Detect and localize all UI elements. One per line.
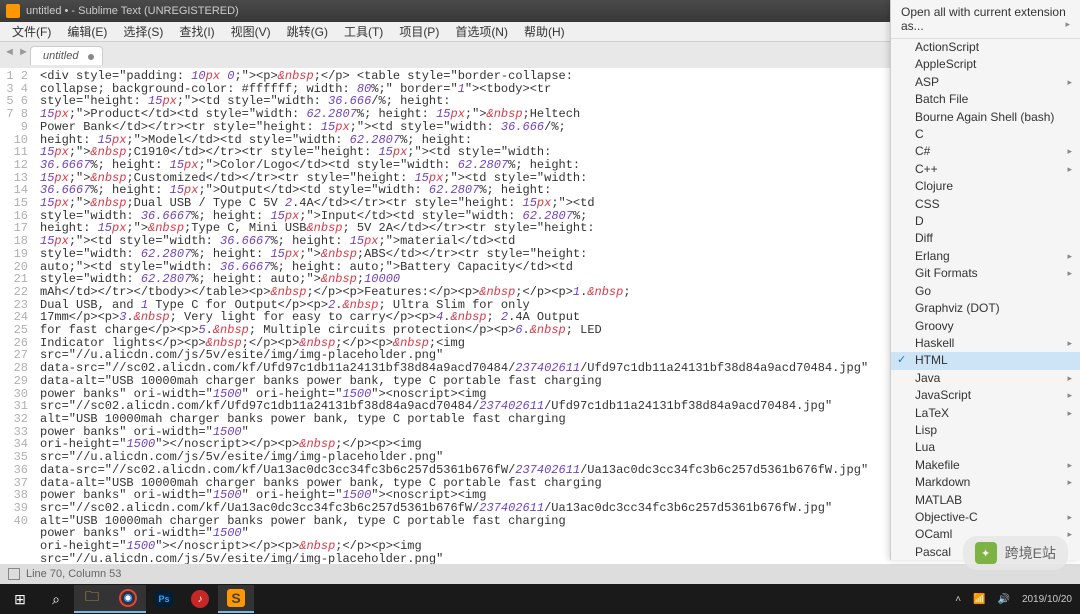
- chevron-right-icon: ▸: [1067, 372, 1072, 385]
- syntax-item-clojure[interactable]: Clojure: [891, 178, 1080, 195]
- syntax-item-haskell[interactable]: Haskell▸: [891, 335, 1080, 352]
- music-icon[interactable]: ♪: [182, 585, 218, 613]
- chevron-right-icon: ▸: [1067, 267, 1072, 280]
- menu-item[interactable]: 首选项(N): [447, 23, 516, 40]
- nav-arrows[interactable]: ◄ ►: [4, 46, 29, 58]
- syntax-item-lua[interactable]: Lua: [891, 439, 1080, 456]
- chevron-right-icon: ▸: [1067, 337, 1072, 350]
- syntax-menu-header[interactable]: Open all with current extension as... ▸: [891, 0, 1080, 39]
- chevron-right-icon: ▸: [1067, 250, 1072, 263]
- tray-up-icon[interactable]: ˄: [955, 594, 961, 605]
- search-icon[interactable]: ⌕: [38, 585, 74, 613]
- syntax-item-javascript[interactable]: JavaScript▸: [891, 387, 1080, 404]
- syntax-item-batch-file[interactable]: Batch File: [891, 91, 1080, 108]
- title-text: untitled • - Sublime Text (UNREGISTERED): [26, 5, 239, 17]
- syntax-item-c[interactable]: C: [891, 126, 1080, 143]
- tray[interactable]: ˄ 📶 🔊 2019/10/20: [955, 594, 1078, 605]
- chevron-right-icon: ▸: [1067, 76, 1072, 89]
- chevron-right-icon: ▸: [1067, 145, 1072, 158]
- status-icon[interactable]: [8, 568, 20, 580]
- sublime-icon[interactable]: S: [218, 585, 254, 613]
- syntax-menu[interactable]: Open all with current extension as... ▸ …: [890, 0, 1080, 560]
- app-icon: [6, 4, 20, 18]
- watermark: ✦ 跨境E站: [963, 536, 1068, 570]
- menu-item[interactable]: 文件(F): [4, 23, 59, 40]
- photoshop-icon[interactable]: Ps: [146, 585, 182, 613]
- chevron-right-icon: ▸: [1065, 19, 1070, 30]
- chevron-right-icon: ▸: [1067, 528, 1072, 541]
- menu-item[interactable]: 视图(V): [223, 23, 279, 40]
- syntax-item-c-[interactable]: C#▸: [891, 143, 1080, 160]
- syntax-item-diff[interactable]: Diff: [891, 230, 1080, 247]
- syntax-item-c-[interactable]: C++▸: [891, 161, 1080, 178]
- syntax-item-css[interactable]: CSS: [891, 196, 1080, 213]
- syntax-item-lisp[interactable]: Lisp: [891, 422, 1080, 439]
- syntax-item-objective-c[interactable]: Objective-C▸: [891, 509, 1080, 526]
- syntax-item-bourne-again-shell-bash-[interactable]: Bourne Again Shell (bash): [891, 109, 1080, 126]
- syntax-item-matlab[interactable]: MATLAB: [891, 492, 1080, 509]
- chevron-right-icon: ▸: [1067, 163, 1072, 176]
- menu-item[interactable]: 工具(T): [336, 23, 391, 40]
- menu-item[interactable]: 跳转(G): [279, 23, 336, 40]
- menu-item[interactable]: 帮助(H): [516, 23, 573, 40]
- chevron-right-icon: ▸: [1067, 459, 1072, 472]
- statusbar: Line 70, Column 53: [0, 564, 1080, 584]
- syntax-item-git-formats[interactable]: Git Formats▸: [891, 265, 1080, 282]
- menu-item[interactable]: 项目(P): [391, 23, 447, 40]
- menu-item[interactable]: 查找(I): [171, 23, 222, 40]
- start-button[interactable]: ⊞: [2, 585, 38, 613]
- syntax-item-java[interactable]: Java▸: [891, 370, 1080, 387]
- clock[interactable]: 2019/10/20: [1022, 594, 1072, 605]
- taskbar: ⊞ ⌕ 🗀 Ps ♪ S ˄ 📶 🔊 2019/10/20: [0, 584, 1080, 614]
- syntax-item-actionscript[interactable]: ActionScript: [891, 39, 1080, 56]
- syntax-item-makefile[interactable]: Makefile▸: [891, 457, 1080, 474]
- tray-volume-icon[interactable]: 🔊: [997, 594, 1009, 605]
- cursor-position: Line 70, Column 53: [26, 568, 121, 580]
- syntax-item-markdown[interactable]: Markdown▸: [891, 474, 1080, 491]
- syntax-item-html[interactable]: HTML: [891, 352, 1080, 369]
- chevron-right-icon: ▸: [1067, 407, 1072, 420]
- menu-item[interactable]: 编辑(E): [59, 23, 115, 40]
- syntax-item-erlang[interactable]: Erlang▸: [891, 248, 1080, 265]
- syntax-item-graphviz-dot-[interactable]: Graphviz (DOT): [891, 300, 1080, 317]
- tab-untitled[interactable]: untitled: [30, 46, 103, 65]
- chevron-right-icon: ▸: [1067, 389, 1072, 402]
- line-gutter: 1 2 3 4 5 6 7 8 9 10 11 12 13 14 15 16 1…: [0, 68, 36, 564]
- syntax-item-groovy[interactable]: Groovy: [891, 318, 1080, 335]
- syntax-item-applescript[interactable]: AppleScript: [891, 56, 1080, 73]
- chrome-icon[interactable]: [110, 585, 146, 613]
- syntax-item-d[interactable]: D: [891, 213, 1080, 230]
- syntax-item-asp[interactable]: ASP▸: [891, 74, 1080, 91]
- chevron-right-icon: ▸: [1067, 476, 1072, 489]
- dirty-indicator-icon: [88, 54, 94, 60]
- wechat-icon: ✦: [975, 542, 997, 564]
- explorer-icon[interactable]: 🗀: [74, 585, 110, 613]
- tray-wifi-icon[interactable]: 📶: [973, 594, 985, 605]
- menu-item[interactable]: 选择(S): [115, 23, 171, 40]
- tab-label: untitled: [43, 50, 78, 62]
- syntax-item-latex[interactable]: LaTeX▸: [891, 405, 1080, 422]
- syntax-item-go[interactable]: Go: [891, 283, 1080, 300]
- chevron-right-icon: ▸: [1067, 511, 1072, 524]
